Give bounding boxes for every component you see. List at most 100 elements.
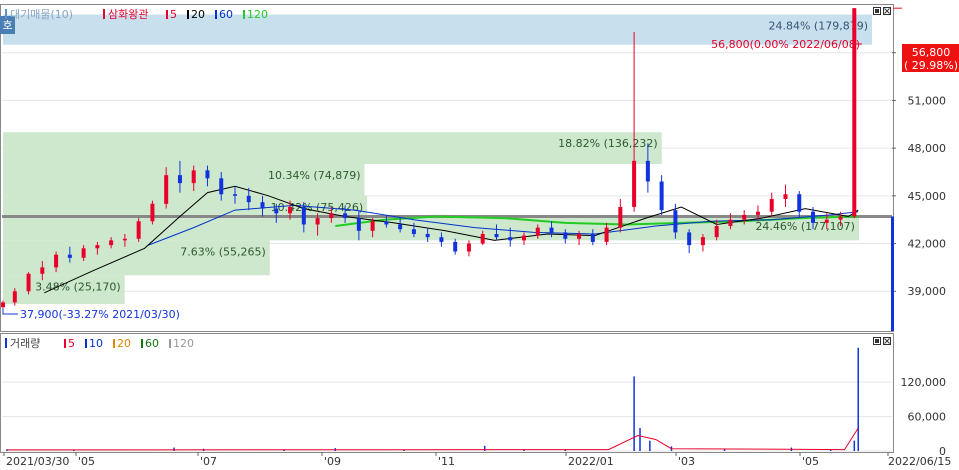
ma-legend-label: 20	[191, 8, 205, 21]
candle-body	[260, 202, 265, 209]
candle-body	[522, 235, 527, 241]
candle-body	[811, 211, 816, 223]
candle-body	[315, 218, 320, 225]
volume-tick-label: 120,000	[901, 376, 947, 389]
candle-body	[177, 175, 182, 184]
candle-body	[549, 227, 554, 233]
candle-body	[109, 240, 114, 246]
candle-body	[480, 233, 485, 244]
price-tick-label: 39,000	[908, 285, 947, 298]
candle-body	[673, 210, 678, 233]
candle-body	[205, 170, 210, 179]
ma-legend-marker-icon	[166, 10, 168, 19]
volume-ma-legend-label: 10	[89, 337, 103, 350]
date-tick-label: 2022/06/15	[888, 455, 951, 466]
candle-body	[164, 175, 169, 204]
candle-body	[398, 224, 403, 230]
volume-panel-frame	[0, 333, 894, 453]
candle-body	[67, 254, 72, 258]
candle-body	[700, 237, 705, 246]
volume-ma-legend-marker-icon	[64, 339, 66, 348]
candle-body	[755, 211, 760, 215]
profile-label: 7.63% (55,265)	[180, 245, 266, 258]
candle-body	[838, 216, 843, 220]
volume-ma-legend-label: 20	[117, 337, 131, 350]
profile-label: 18.82% (136,232)	[558, 137, 658, 150]
volume-axis: 120,00060,0000	[901, 376, 947, 458]
volume-ma-legend-marker-icon	[169, 339, 171, 348]
candle-body	[1, 302, 5, 308]
candle-body	[728, 219, 733, 227]
volume-ma-legend-marker-icon	[141, 339, 143, 348]
ma-legend-label: 60	[219, 8, 233, 21]
chart-canvas[interactable]: 24.84% (179,879)18.82% (136,232)10.34% (…	[0, 0, 959, 468]
candle-body	[563, 232, 568, 239]
ma-legend-label: 120	[247, 8, 268, 21]
candle-body	[150, 203, 155, 222]
candle-body	[797, 194, 802, 212]
candle-body	[632, 160, 637, 207]
ma-legend-marker-icon	[215, 10, 217, 19]
candle-body	[590, 233, 595, 242]
candle-body	[122, 238, 127, 241]
high-annotation: 56,800(0.00% 2022/06/08)	[711, 38, 860, 51]
candle-body	[343, 213, 348, 219]
stock-chart-window: 24.84% (179,879) 18.82% (136,232) 10.34% (…	[0, 0, 959, 468]
candle-body	[783, 194, 788, 200]
candle-body	[824, 219, 829, 223]
price-tick-label: 51,000	[908, 94, 947, 107]
candle-body	[288, 206, 293, 214]
candle-body	[618, 206, 623, 228]
current-price-tag: 56,800 ( 29.98%)	[902, 44, 959, 72]
volume-marker-icon	[5, 338, 7, 348]
ma-legend-marker-icon	[187, 10, 189, 19]
date-tick-label: '05	[78, 455, 95, 466]
window-menu-icon-inner	[875, 9, 879, 13]
date-tick-label: '03	[678, 455, 695, 466]
date-tick-label: 2022/01	[568, 455, 614, 466]
candle-body	[40, 267, 45, 274]
candle-body	[301, 206, 306, 225]
volume-tick-label: 60,000	[908, 411, 947, 424]
candle-body	[714, 226, 719, 238]
candle-body	[535, 227, 540, 236]
candle-body	[425, 233, 430, 238]
ma-legend-label: 5	[170, 8, 177, 21]
candle-body	[453, 241, 458, 252]
candle-body	[12, 291, 17, 303]
legend-title: 대기매물(10)	[10, 8, 73, 21]
date-tick-label: 2021/03/30	[6, 455, 69, 466]
candle-body	[687, 232, 692, 246]
volume-ma-legend-label: 120	[173, 337, 194, 350]
candle-body	[577, 233, 582, 239]
candle-body	[411, 229, 416, 234]
candle-body	[356, 218, 361, 231]
profile-label: 24.46% (177,107)	[755, 220, 855, 233]
volume-legend-title: 거래량	[10, 337, 40, 350]
volume-menu-icon-inner	[875, 339, 879, 343]
candle-body	[246, 195, 251, 203]
series-marker-icon	[103, 9, 105, 19]
candle-body	[274, 208, 279, 214]
date-tick-label: '11	[438, 455, 455, 466]
candle-body	[329, 213, 334, 219]
ma-legend-marker-icon	[243, 10, 245, 19]
candle-body	[191, 170, 196, 184]
price-tick-label: 42,000	[908, 238, 947, 251]
current-price-change: ( 29.98%)	[904, 59, 958, 72]
price-tick-label: 48,000	[908, 142, 947, 155]
candle-body	[466, 243, 471, 252]
axis-range-bar	[891, 216, 894, 331]
date-tick-label: '07	[200, 455, 217, 466]
volume-ma-legend-label: 5	[68, 337, 75, 350]
date-tick-label: '05	[802, 455, 819, 466]
current-price-label: 56,800	[912, 46, 951, 59]
candle-body	[508, 237, 513, 241]
price-legend: 대기매물(10) 삼화왕관 5 20 60 120	[5, 8, 268, 21]
candle-body	[439, 237, 444, 242]
volume-ma-legend-marker-icon	[113, 339, 115, 348]
candle-body	[232, 194, 237, 196]
legend-marker-icon	[5, 9, 7, 19]
price-tick-label: 45,000	[908, 190, 947, 203]
candle-body	[769, 199, 774, 212]
